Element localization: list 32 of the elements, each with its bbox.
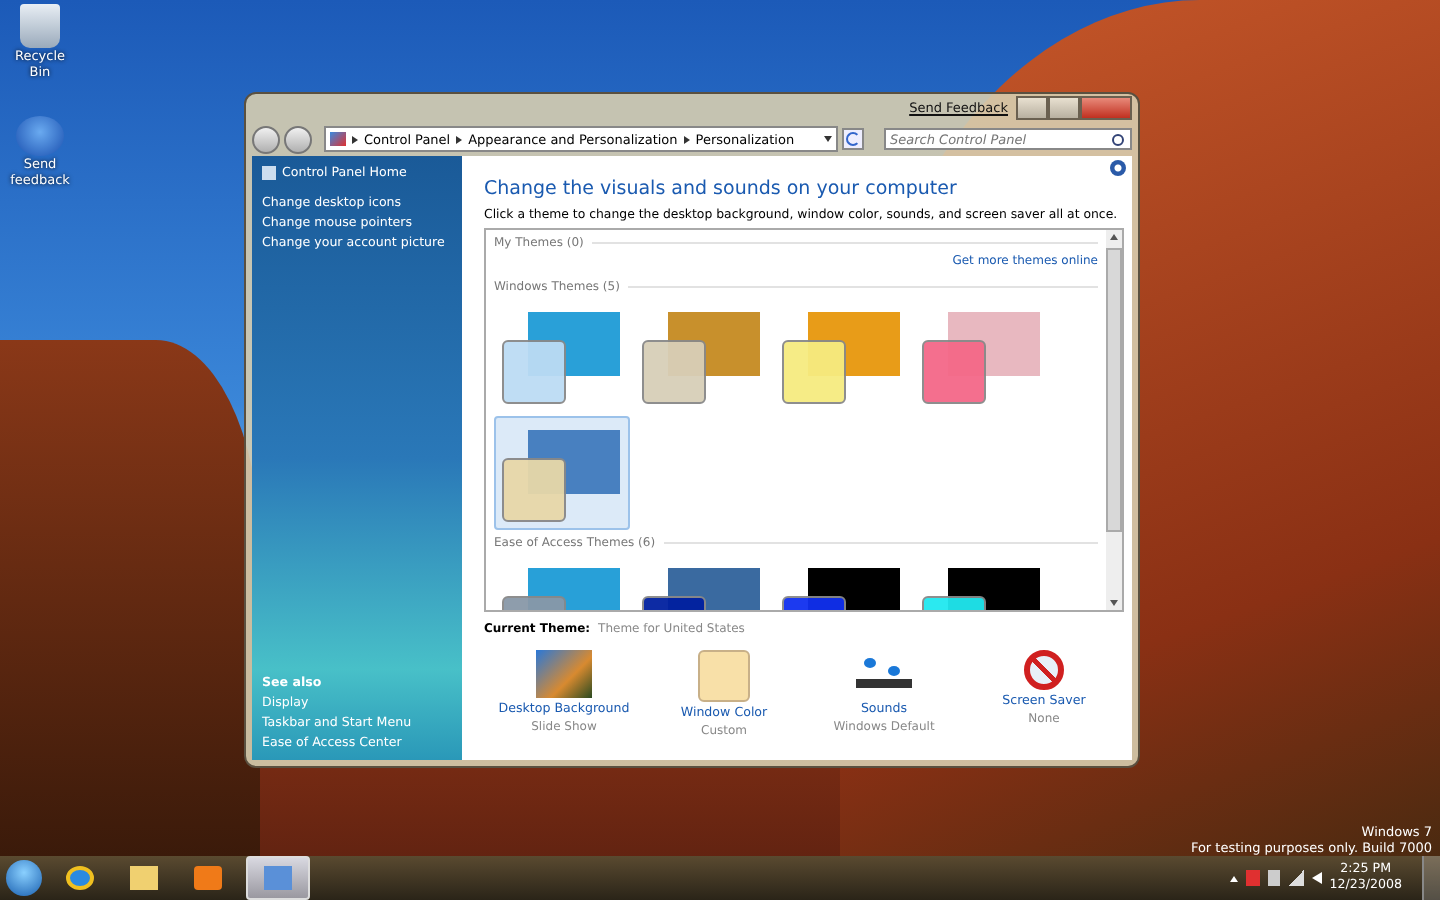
refresh-button[interactable]	[842, 128, 864, 150]
search-icon[interactable]	[1112, 133, 1124, 145]
chevron-icon	[683, 135, 690, 143]
color-swatch-icon[interactable]	[698, 650, 750, 702]
chevron-icon	[352, 135, 358, 143]
dropdown-icon[interactable]	[824, 136, 832, 142]
start-button[interactable]	[6, 860, 42, 896]
flag-icon[interactable]	[1245, 870, 1260, 886]
page-heading: Change the visuals and sounds on your computer	[484, 178, 959, 200]
globe-icon	[66, 866, 94, 890]
help-icon[interactable]	[1110, 160, 1126, 176]
close-button[interactable]	[1080, 96, 1132, 120]
maximize-button[interactable]	[1048, 96, 1080, 120]
speaker-icon[interactable]	[1311, 872, 1322, 884]
scrollbar[interactable]	[1106, 230, 1122, 610]
minimize-button[interactable]	[1016, 96, 1048, 120]
monitor-icon	[262, 166, 276, 180]
scroll-thumb[interactable]	[1106, 248, 1122, 532]
scroll-down-icon[interactable]	[1110, 600, 1118, 606]
play-icon	[194, 866, 222, 890]
recycle-bin-icon[interactable]	[20, 4, 60, 48]
scroll-up-icon[interactable]	[1110, 234, 1118, 240]
computer-icon[interactable]	[1267, 870, 1280, 886]
folder-icon	[130, 866, 158, 890]
window-icon	[264, 866, 292, 890]
chevron-icon	[456, 135, 463, 143]
no-sign-icon[interactable]	[1024, 650, 1064, 690]
theme-thumbnail[interactable]	[494, 416, 630, 530]
back-button[interactable]	[252, 125, 280, 153]
photo-stack-icon[interactable]	[536, 650, 592, 698]
up-arrow-icon[interactable]	[1229, 875, 1238, 881]
forward-button[interactable]	[284, 125, 312, 153]
